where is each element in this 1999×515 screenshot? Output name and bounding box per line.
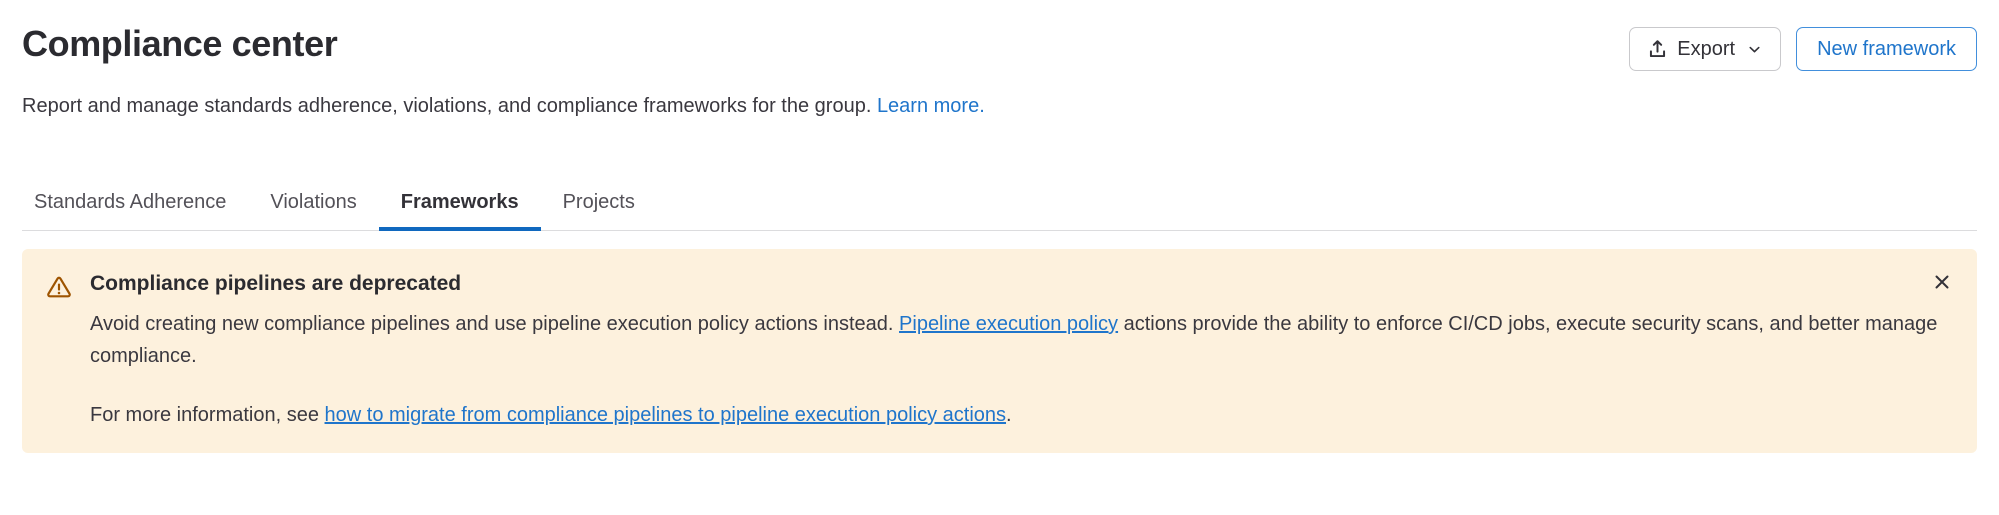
alert-title: Compliance pipelines are deprecated: [90, 269, 1953, 299]
tab-label: Standards Adherence: [34, 191, 226, 214]
export-button-label: Export: [1677, 39, 1735, 59]
learn-more-link[interactable]: Learn more.: [877, 95, 985, 117]
page-subtitle-text: Report and manage standards adherence, v…: [22, 95, 871, 117]
close-icon[interactable]: [1927, 267, 1957, 297]
header-actions: Export New framework: [1629, 22, 1977, 71]
tab-label: Violations: [270, 191, 356, 214]
export-button[interactable]: Export: [1629, 27, 1781, 71]
chevron-down-icon: [1746, 41, 1763, 58]
deprecation-alert: Compliance pipelines are deprecated Avoi…: [22, 249, 1977, 453]
alert-paragraph-2-text-after: .: [1006, 404, 1012, 426]
migration-guide-link[interactable]: how to migrate from compliance pipelines…: [325, 404, 1006, 426]
alert-paragraph-2: For more information, see how to migrate…: [90, 399, 1953, 431]
page-title: Compliance center: [22, 22, 337, 66]
tab-frameworks[interactable]: Frameworks: [379, 174, 541, 230]
tab-violations[interactable]: Violations: [248, 174, 378, 230]
tab-standards-adherence[interactable]: Standards Adherence: [22, 174, 248, 230]
alert-paragraph-1: Avoid creating new compliance pipelines …: [90, 308, 1953, 372]
tab-bar: Standards Adherence Violations Framework…: [22, 174, 1977, 231]
new-framework-button[interactable]: New framework: [1796, 27, 1977, 71]
alert-paragraph-1-text-before: Avoid creating new compliance pipelines …: [90, 313, 899, 335]
tab-label: Projects: [563, 191, 635, 214]
alert-body: Compliance pipelines are deprecated Avoi…: [90, 269, 1953, 431]
upload-export-icon: [1647, 39, 1668, 60]
page-subtitle: Report and manage standards adherence, v…: [22, 71, 1977, 120]
pipeline-execution-policy-link[interactable]: Pipeline execution policy: [899, 313, 1118, 335]
new-framework-button-label: New framework: [1817, 39, 1956, 59]
tab-label: Frameworks: [401, 191, 519, 214]
alert-paragraph-2-text-before: For more information, see: [90, 404, 325, 426]
page-header: Compliance center Export: [22, 0, 1977, 71]
warning-triangle-icon: [46, 269, 72, 306]
compliance-center-page: Compliance center Export: [0, 0, 1999, 515]
tab-projects[interactable]: Projects: [541, 174, 657, 230]
